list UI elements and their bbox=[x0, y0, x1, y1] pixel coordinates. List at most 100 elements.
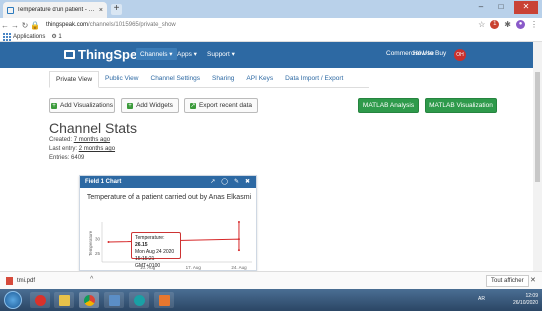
forward-arrow-icon[interactable]: → bbox=[10, 21, 20, 30]
language-indicator[interactable]: AR bbox=[478, 296, 485, 302]
taskbar-chrome-icon[interactable] bbox=[79, 292, 99, 308]
created-label: Created: bbox=[49, 137, 73, 143]
stats-entries: Entries: 6409 bbox=[49, 155, 84, 161]
tooltip-time: 15:15:21 GMT+0100 bbox=[135, 256, 161, 269]
lock-icon: 🔒 bbox=[30, 20, 40, 30]
tab-api-keys[interactable]: API Keys bbox=[240, 75, 279, 87]
screen: Temperature d'un patient - Thin × + – □ … bbox=[0, 0, 542, 311]
menu-dots-icon[interactable]: ⋮ bbox=[530, 20, 538, 29]
user-avatar[interactable]: OH bbox=[454, 49, 466, 61]
channel-tabs: Private View Public View Channel Setting… bbox=[49, 70, 369, 88]
tab-private-view[interactable]: Private View bbox=[49, 71, 100, 88]
pdf-file-icon bbox=[6, 277, 13, 285]
nav-support[interactable]: Support ▾ bbox=[207, 50, 235, 58]
taskbar-app-icon[interactable] bbox=[104, 292, 124, 308]
x-tick-label: 24. Aug bbox=[231, 265, 247, 270]
url-path: /channels/1015965/private_show bbox=[88, 22, 176, 28]
nav-channels[interactable]: Channels ▾ bbox=[136, 48, 177, 60]
tab-title: Temperature d'un patient - Thin bbox=[17, 7, 96, 13]
tab-close-icon[interactable]: × bbox=[99, 7, 103, 14]
apps-bookmark[interactable]: Applications bbox=[3, 32, 46, 41]
created-value[interactable]: 7 months ago bbox=[74, 137, 110, 143]
export-icon: ↗ bbox=[189, 102, 196, 109]
add-widgets-label: Add Widgets bbox=[136, 102, 173, 109]
last-entry-label: Last entry: bbox=[49, 146, 78, 152]
apps-label: Applications bbox=[13, 33, 46, 40]
windows-taskbar: AR 12:09 26/10/2020 bbox=[0, 289, 542, 311]
matlab-analysis-button[interactable]: MATLAB Analysis bbox=[358, 98, 419, 113]
url-field[interactable]: thingspeak.com/channels/1015965/private_… bbox=[46, 22, 176, 28]
y-axis-label: Temperature bbox=[88, 230, 93, 256]
address-bar: ← → ↻ 🔒 thingspeak.com/channels/1015965/… bbox=[0, 18, 542, 32]
browser-tab[interactable]: Temperature d'un patient - Thin × bbox=[3, 2, 107, 18]
downloads-bar: tmi.pdf ^ Tout afficher ✕ bbox=[0, 271, 542, 289]
data-point[interactable] bbox=[237, 249, 240, 252]
export-recent-data-label: Export recent data bbox=[198, 102, 253, 109]
plus-icon: + bbox=[127, 102, 134, 109]
clock-time: 12:09 bbox=[525, 293, 538, 299]
page-scrollbar[interactable] bbox=[533, 42, 542, 271]
extension-icon[interactable]: 1 bbox=[490, 20, 500, 29]
url-host: thingspeak.com bbox=[46, 22, 89, 28]
taskbar-matlab-icon[interactable] bbox=[154, 292, 174, 308]
chart-tooltip: Temperature: 26.15 Mon Aug 24 2020 15:15… bbox=[131, 232, 181, 269]
system-clock[interactable]: 12:09 26/10/2020 bbox=[513, 293, 538, 307]
last-entry-value[interactable]: 2 months ago bbox=[79, 146, 115, 152]
data-point[interactable] bbox=[237, 221, 240, 223]
tab-favicon-icon bbox=[7, 6, 14, 14]
nav-apps[interactable]: Apps ▾ bbox=[177, 50, 197, 58]
scrollbar-thumb[interactable] bbox=[535, 72, 540, 182]
download-filename: tmi.pdf bbox=[17, 278, 36, 284]
matlab-visualization-button[interactable]: MATLAB Visualization bbox=[425, 98, 497, 113]
y-tick-label: 30 bbox=[95, 237, 101, 242]
y-tick-label: 25 bbox=[95, 251, 101, 256]
add-widgets-button[interactable]: + Add Widgets bbox=[121, 98, 179, 113]
export-recent-data-button[interactable]: ↗ Export recent data bbox=[184, 98, 258, 113]
taskbar-arduino-icon[interactable] bbox=[129, 292, 149, 308]
maximize-button[interactable]: □ bbox=[492, 1, 510, 14]
new-tab-button[interactable]: + bbox=[111, 4, 122, 15]
y-ticks: 25 30 bbox=[95, 237, 101, 256]
x-tick-label: 17. Aug bbox=[186, 265, 202, 270]
close-downloads-icon[interactable]: ✕ bbox=[530, 276, 536, 284]
data-point[interactable] bbox=[107, 241, 110, 243]
channel-stats-title: Channel Stats bbox=[49, 120, 137, 136]
nav-how-to-buy[interactable]: How to Buy bbox=[413, 50, 446, 57]
clock-date: 26/10/2020 bbox=[512, 300, 538, 306]
bookmarks-bar: Applications ⚙ 1 bbox=[0, 32, 542, 42]
tab-data-import-export[interactable]: Data Import / Export bbox=[279, 75, 349, 87]
minimize-button[interactable]: – bbox=[472, 1, 490, 14]
entries-label: Entries: bbox=[49, 155, 70, 161]
bookmark-item[interactable]: ⚙ 1 bbox=[51, 33, 61, 40]
logo-chat-icon bbox=[64, 50, 75, 59]
back-arrow-icon[interactable]: ← bbox=[0, 21, 10, 30]
star-icon[interactable]: ☆ bbox=[478, 20, 485, 29]
puzzle-icon[interactable]: ✱ bbox=[504, 20, 511, 29]
download-chevron-icon[interactable]: ^ bbox=[90, 276, 93, 283]
tab-public-view[interactable]: Public View bbox=[99, 75, 144, 87]
taskbar-opera-icon[interactable] bbox=[30, 292, 50, 308]
window-close-button[interactable]: ✕ bbox=[514, 1, 538, 14]
profile-avatar-icon[interactable]: ● bbox=[516, 20, 525, 29]
add-visualizations-button[interactable]: + Add Visualizations bbox=[49, 98, 115, 113]
tab-channel-settings[interactable]: Channel Settings bbox=[145, 75, 207, 87]
tooltip-label: Temperature: bbox=[135, 235, 165, 241]
taskbar-folder-icon[interactable] bbox=[54, 292, 74, 308]
reload-icon[interactable]: ↻ bbox=[20, 21, 30, 30]
tooltip-date: Mon Aug 24 2020 bbox=[135, 249, 175, 255]
show-all-button[interactable]: Tout afficher bbox=[486, 275, 529, 287]
download-item[interactable]: tmi.pdf bbox=[6, 277, 35, 285]
add-visualizations-label: Add Visualizations bbox=[60, 102, 113, 109]
apps-grid-icon bbox=[3, 32, 11, 41]
plus-icon: + bbox=[51, 102, 57, 109]
tab-sharing[interactable]: Sharing bbox=[206, 75, 240, 87]
tooltip-value: 26.15 bbox=[135, 242, 148, 248]
browser-toolbar-right: ☆ 1 ✱ ● ⋮ bbox=[478, 20, 538, 29]
bookmark-item-label: 1 bbox=[58, 34, 62, 40]
start-button[interactable] bbox=[4, 291, 22, 309]
stats-last-entry: Last entry: 2 months ago bbox=[49, 146, 115, 152]
entries-value: 6409 bbox=[71, 155, 85, 161]
thingspeak-navbar: ThingSpeak™ Channels ▾ Apps ▾ Support ▾ … bbox=[0, 42, 542, 68]
browser-titlebar: Temperature d'un patient - Thin × + – □ … bbox=[0, 0, 542, 18]
data-point[interactable] bbox=[237, 238, 240, 241]
